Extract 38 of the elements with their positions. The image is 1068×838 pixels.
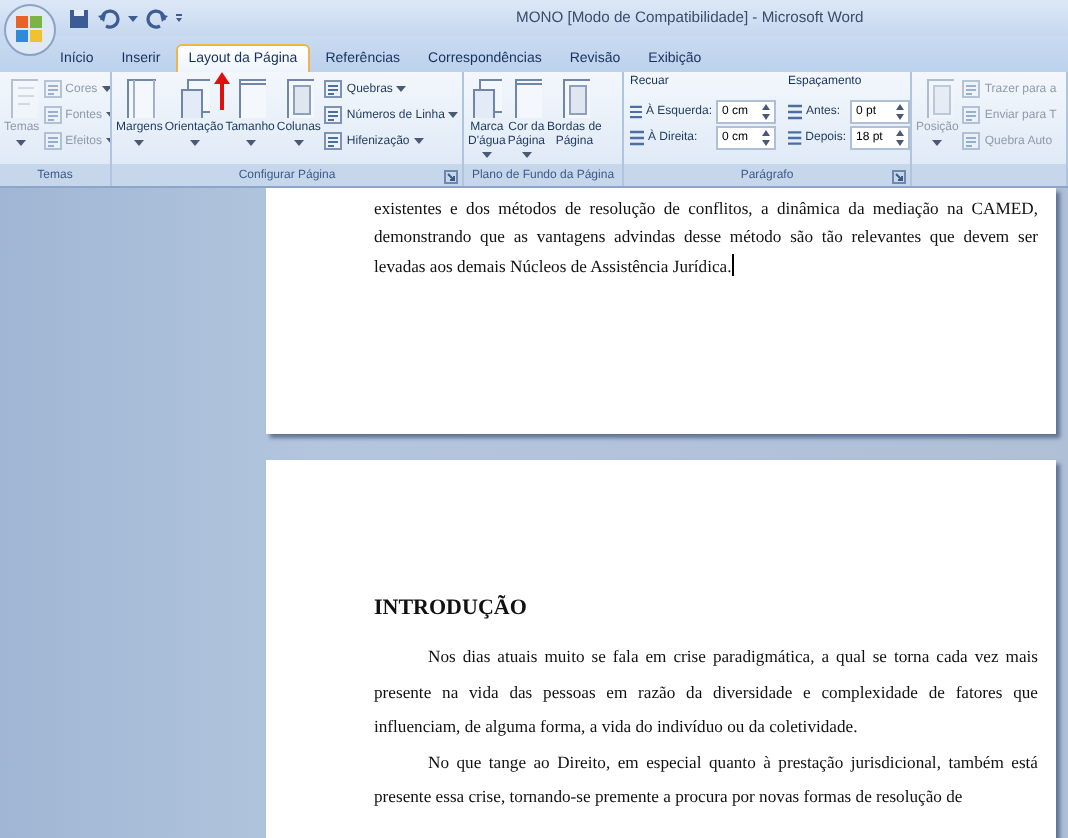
page-icon bbox=[470, 78, 503, 118]
caret-icon[interactable] bbox=[128, 15, 138, 21]
page-icon bbox=[558, 78, 591, 118]
undo-icon[interactable] bbox=[98, 7, 120, 29]
section-heading: INTRODUÇÃO bbox=[374, 596, 529, 620]
spinner-icon bbox=[762, 103, 770, 119]
list-icon bbox=[962, 132, 981, 150]
list-icon bbox=[962, 106, 981, 124]
page-icon bbox=[921, 78, 954, 118]
page-icon bbox=[234, 78, 267, 118]
save-icon[interactable] bbox=[68, 7, 90, 29]
page-icon bbox=[178, 78, 211, 118]
customize-icon[interactable] bbox=[176, 14, 182, 22]
list-icon bbox=[324, 132, 343, 150]
body-paragraph: Nos dias atuais muito se fala em crise paradigmática, a qual se torna cada vez mais presente na vida das pessoas em razão da diversidade e complexidade de fatores que influenciam, de alguma forma, a vida do indivíduo ou da coletividade. bbox=[374, 644, 1038, 740]
redo-icon[interactable] bbox=[146, 7, 168, 29]
list-icon bbox=[43, 132, 62, 150]
dialog-launcher-icon[interactable] bbox=[444, 170, 458, 184]
body-paragraph: existentes e dos métodos de resolução de conflitos, a dinâmica da mediação na CAMED, demonstrando que as vantagens advindas desse método são tão relevantes que devem ser levadas aos demais Núcleos de Assistência Jurídica. bbox=[374, 196, 1038, 280]
list-icon bbox=[324, 80, 343, 98]
page-icon bbox=[123, 78, 156, 118]
indent-icon bbox=[788, 129, 802, 145]
spinner-icon bbox=[896, 103, 904, 119]
list-icon bbox=[43, 106, 62, 124]
indent-icon bbox=[630, 103, 642, 119]
body-paragraph: No que tange ao Direito, em especial quanto à prestação jurisdicional, também está presente essa crise, tornando-se premente a procura por novas formas de resolução de bbox=[374, 749, 1038, 810]
page-icon bbox=[510, 78, 543, 118]
list-icon bbox=[962, 80, 981, 98]
list-icon bbox=[43, 80, 62, 98]
spinner-icon bbox=[762, 129, 770, 145]
list-icon bbox=[324, 106, 343, 124]
indent-icon bbox=[788, 103, 802, 119]
indent-icon bbox=[630, 129, 644, 145]
page-icon bbox=[5, 78, 38, 118]
page-icon bbox=[282, 78, 315, 118]
spinner-icon bbox=[896, 129, 904, 145]
dialog-launcher-icon[interactable] bbox=[892, 170, 906, 184]
arrow-icon bbox=[214, 72, 230, 110]
